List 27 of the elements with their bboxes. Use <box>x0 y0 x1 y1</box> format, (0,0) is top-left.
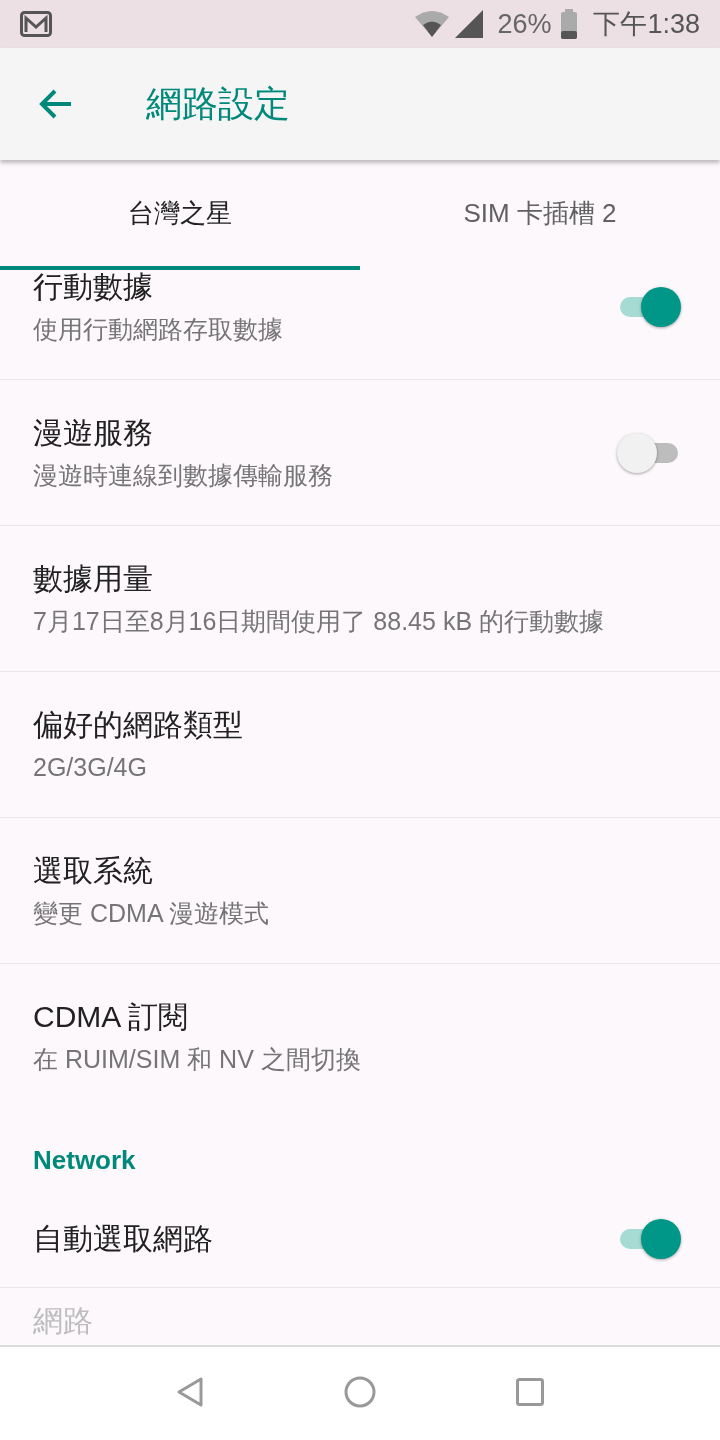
home-nav-icon[interactable] <box>344 1375 376 1408</box>
section-header: Network <box>33 1144 136 1177</box>
setting-title[interactable]: 漫遊服務 <box>33 413 617 452</box>
setting-title[interactable]: 偏好的網路類型 <box>33 705 687 744</box>
wifi-icon <box>415 11 450 37</box>
setting-summary: 漫遊時連線到數據傳輸服務 <box>33 459 334 491</box>
back-arrow-icon <box>39 89 73 119</box>
setting-summary: 使用行動網路存取數據 <box>33 313 284 345</box>
setting-summary: 2G/3G/4G <box>33 751 148 783</box>
setting-summary: 變更 CDMA 漫遊模式 <box>33 897 271 929</box>
tab[interactable]: 台灣之星 <box>0 160 360 270</box>
clock-time: 下午1:38 <box>593 7 700 41</box>
setting-summary: 7月17日至8月16日期間使用了 88.45 kB 的行動數據 <box>33 605 605 637</box>
signal-icon <box>455 10 484 38</box>
recents-nav-icon[interactable] <box>516 1377 544 1406</box>
mail-icon <box>20 11 52 37</box>
page-title: 網路設定 <box>146 82 290 126</box>
setting-title[interactable]: 行動數據 <box>33 270 617 306</box>
setting-title[interactable]: 數據用量 <box>33 559 687 598</box>
setting-title[interactable]: 自動選取網路 <box>33 1219 617 1258</box>
setting-title[interactable]: CDMA 訂閱 <box>33 998 687 1036</box>
battery-percent: 26% <box>497 7 552 41</box>
setting-summary: 在 RUIM/SIM 和 NV 之間切換 <box>33 1044 362 1075</box>
back-nav-icon[interactable] <box>176 1375 204 1408</box>
tab[interactable]: SIM 卡插槽 2 <box>360 160 720 270</box>
battery-icon <box>561 9 578 39</box>
setting-title[interactable]: 選取系統 <box>33 851 687 890</box>
